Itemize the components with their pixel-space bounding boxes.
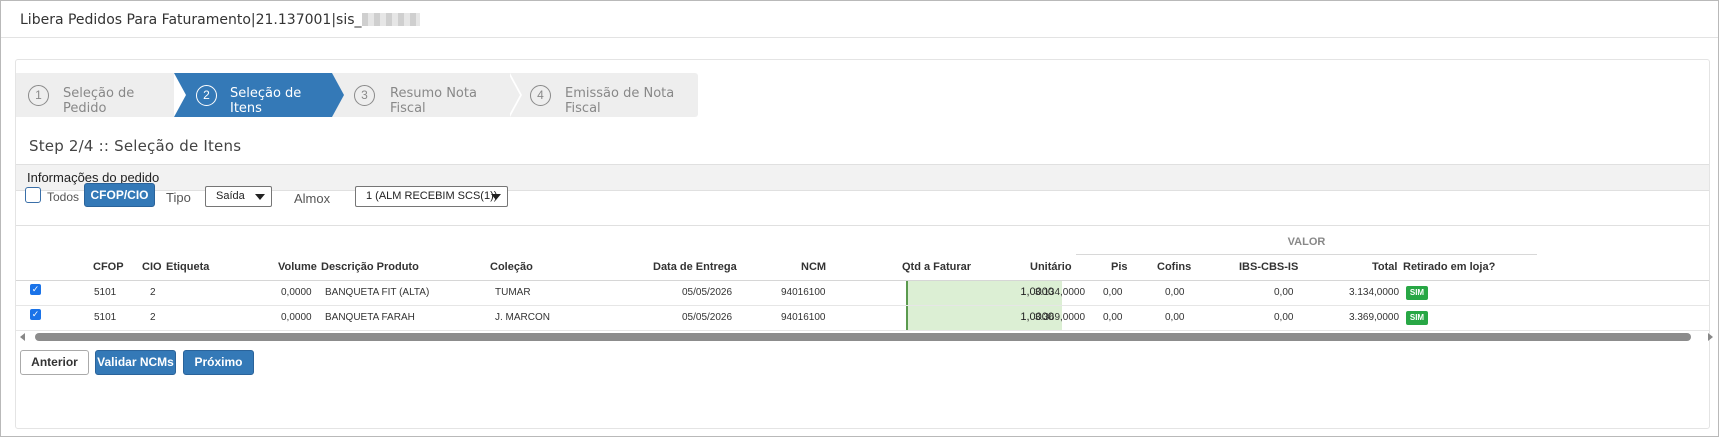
col-unitario[interactable]: Unitário xyxy=(1030,261,1072,273)
col-retirado[interactable]: Retirado em loja? xyxy=(1403,261,1495,273)
main-panel: 1 Seleção de Pedido 2 Seleção de Itens 3… xyxy=(15,59,1713,429)
cell-cofins: 0,00 xyxy=(1165,312,1185,323)
horizontal-scrollbar[interactable] xyxy=(20,332,1713,342)
wizard-steps: 1 Seleção de Pedido 2 Seleção de Itens 3… xyxy=(16,73,766,119)
redacted-text xyxy=(361,13,420,26)
step-divider xyxy=(508,73,520,117)
cell-pis: 0,00 xyxy=(1103,287,1123,298)
cell-ibs: 0,00 xyxy=(1274,312,1294,323)
step-4-label: Emissão de Nota Fiscal xyxy=(565,86,675,116)
cell-colecao: J. MARCON xyxy=(495,312,550,323)
cell-total: 3.134,0000 xyxy=(1349,287,1400,298)
anterior-button[interactable]: Anterior xyxy=(20,350,89,375)
scroll-thumb[interactable] xyxy=(35,333,1691,341)
col-data-entrega[interactable]: Data de Entrega xyxy=(653,261,737,273)
cell-volume: 0,0000 xyxy=(281,287,312,298)
step-3-number: 3 xyxy=(354,85,375,106)
col-qtd[interactable]: Qtd a Faturar xyxy=(902,261,971,273)
step-3[interactable]: 3 Resumo Nota Fiscal xyxy=(332,73,510,117)
step-2-label: Seleção de Itens xyxy=(230,86,302,116)
step-title: Step 2/4 :: Seleção de Itens xyxy=(29,137,242,155)
scroll-left-icon[interactable] xyxy=(20,333,25,341)
cell-ibs: 0,00 xyxy=(1274,287,1294,298)
cell-ncm: 94016100 xyxy=(781,312,826,323)
cell-pis: 0,00 xyxy=(1103,312,1123,323)
tipo-select-value: Saída xyxy=(216,190,245,202)
chevron-down-icon xyxy=(491,194,501,200)
row-checkbox[interactable]: ✓ xyxy=(30,309,41,320)
cell-unitario: 3.134,0000 xyxy=(1035,287,1086,298)
chevron-down-icon xyxy=(255,194,265,200)
col-volume[interactable]: Volume xyxy=(278,261,317,273)
cell-cfop: 5101 xyxy=(94,287,117,298)
step-2-number: 2 xyxy=(196,85,217,106)
cell-unitario: 3.369,0000 xyxy=(1035,312,1086,323)
step-4[interactable]: 4 Emissão de Nota Fiscal xyxy=(510,73,698,117)
select-all-checkbox[interactable] xyxy=(25,187,41,203)
row-divider xyxy=(16,305,1709,306)
step-1-number: 1 xyxy=(28,85,49,106)
col-cio[interactable]: CIO xyxy=(142,261,162,273)
col-ibs[interactable]: IBS-CBS-IS xyxy=(1239,261,1298,273)
cell-total: 3.369,0000 xyxy=(1349,312,1400,323)
cell-cfop: 5101 xyxy=(94,312,117,323)
col-cofins[interactable]: Cofins xyxy=(1157,261,1191,273)
title-bar: Libera Pedidos Para Faturamento|21.13700… xyxy=(1,1,1718,38)
cfop-cio-button[interactable]: CFOP/CIO xyxy=(84,183,155,207)
retirado-badge[interactable]: SIM xyxy=(1406,286,1428,300)
cell-data-entrega: 05/05/2026 xyxy=(682,312,733,323)
step-1-label: Seleção de Pedido xyxy=(63,86,135,116)
col-total[interactable]: Total xyxy=(1372,261,1397,273)
cell-ncm: 94016100 xyxy=(781,287,826,298)
almox-select-value: 1 (ALM RECEBIM SCS(1)) xyxy=(366,190,498,202)
cell-cofins: 0,00 xyxy=(1165,287,1185,298)
todos-label: Todos xyxy=(47,190,80,204)
tipo-label: Tipo xyxy=(166,190,191,205)
validar-ncms-button[interactable]: Validar NCMs xyxy=(95,350,176,375)
active-step-arrow xyxy=(332,73,344,117)
cell-cio: 2 xyxy=(150,287,156,298)
step-2[interactable]: 2 Seleção de Itens xyxy=(174,73,332,117)
app-window: Libera Pedidos Para Faturamento|21.13700… xyxy=(0,0,1719,437)
cell-descricao: BANQUETA FARAH xyxy=(325,312,415,323)
col-descricao[interactable]: Descrição Produto xyxy=(321,261,419,273)
step-divider xyxy=(174,73,186,117)
col-ncm[interactable]: NCM xyxy=(801,261,826,273)
col-pis[interactable]: Pis xyxy=(1111,261,1128,273)
almox-label: Almox xyxy=(294,191,331,206)
proximo-button[interactable]: Próximo xyxy=(183,350,254,375)
col-cfop[interactable]: CFOP xyxy=(93,261,124,273)
almox-select[interactable]: 1 (ALM RECEBIM SCS(1)) xyxy=(355,186,508,207)
step-3-label: Resumo Nota Fiscal xyxy=(390,86,477,116)
cell-colecao: TUMAR xyxy=(495,287,531,298)
step-4-number: 4 xyxy=(530,85,551,106)
step-1[interactable]: 1 Seleção de Pedido xyxy=(16,73,174,117)
col-etiqueta[interactable]: Etiqueta xyxy=(166,261,209,273)
retirado-badge[interactable]: SIM xyxy=(1406,311,1428,325)
valor-group-header: VALOR xyxy=(1076,236,1537,255)
items-table: VALOR CFOP CIO Etiqueta Volume Descrição… xyxy=(16,225,1709,341)
col-colecao[interactable]: Coleção xyxy=(490,261,533,273)
window-title: Libera Pedidos Para Faturamento|21.13700… xyxy=(20,12,420,28)
cell-descricao: BANQUETA FIT (ALTA) xyxy=(325,287,430,298)
row-divider xyxy=(16,330,1709,331)
row-checkbox[interactable]: ✓ xyxy=(30,284,41,295)
header-divider xyxy=(16,280,1709,281)
cell-data-entrega: 05/05/2026 xyxy=(682,287,733,298)
scroll-right-icon[interactable] xyxy=(1708,333,1713,341)
cell-cio: 2 xyxy=(150,312,156,323)
tipo-select[interactable]: Saída xyxy=(205,186,272,207)
cell-volume: 0,0000 xyxy=(281,312,312,323)
